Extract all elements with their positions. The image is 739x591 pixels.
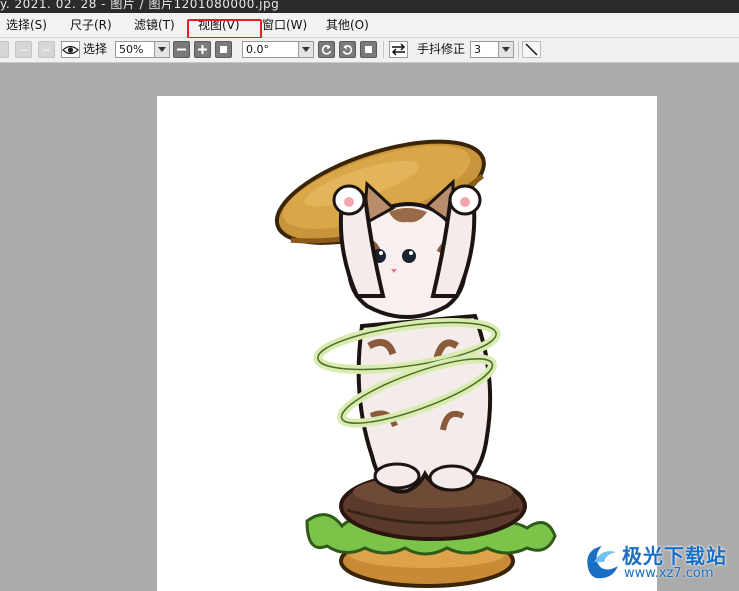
reset-rotation-button[interactable] bbox=[360, 41, 377, 58]
undo-icon bbox=[20, 49, 27, 51]
zoom-value: 50% bbox=[119, 43, 144, 56]
window-title-bar: y. 2021. 02. 28 - 图片 / 图片1201080000.jpg bbox=[0, 0, 739, 13]
stabilizer-value: 3 bbox=[474, 43, 481, 56]
zoom-out-button[interactable] bbox=[173, 41, 190, 58]
stabilizer-combo[interactable]: 3 bbox=[470, 41, 514, 58]
menu-view-highlight bbox=[187, 19, 262, 39]
window-title: y. 2021. 02. 28 - 图片 / 图片1201080000.jpg bbox=[0, 0, 280, 11]
toolbar-divider bbox=[518, 41, 519, 58]
chevron-down-icon[interactable] bbox=[498, 42, 513, 57]
watermark-url: www.xz7.com bbox=[624, 566, 714, 581]
stabilizer-label: 手抖修正 bbox=[417, 42, 466, 56]
eye-toggle[interactable] bbox=[61, 41, 80, 58]
reset-rotation-icon bbox=[365, 46, 372, 53]
menu-other[interactable]: 其他(O) bbox=[326, 17, 369, 33]
undo-button[interactable] bbox=[15, 41, 32, 58]
fit-icon bbox=[220, 46, 227, 53]
menu-ruler[interactable]: 尺子(R) bbox=[70, 17, 112, 33]
rotate-left-icon bbox=[321, 45, 332, 55]
toolbar-divider bbox=[383, 41, 384, 58]
chevron-down-icon[interactable] bbox=[298, 42, 313, 57]
cat-burger-illustration bbox=[274, 139, 557, 588]
rotate-left-button[interactable] bbox=[318, 41, 335, 58]
eye-icon bbox=[62, 45, 79, 55]
menu-window[interactable]: 窗口(W) bbox=[262, 17, 307, 33]
chevron-down-icon[interactable] bbox=[154, 42, 169, 57]
flip-button[interactable] bbox=[389, 41, 408, 58]
select-label: 选择 bbox=[83, 42, 108, 56]
rotation-value: 0.0° bbox=[246, 43, 269, 56]
toolbar-edge-button[interactable] bbox=[0, 41, 9, 58]
rotate-right-button[interactable] bbox=[339, 41, 356, 58]
zoom-combo[interactable]: 50% bbox=[115, 41, 170, 58]
redo-icon bbox=[43, 49, 50, 51]
flip-icon bbox=[391, 43, 406, 56]
menu-select[interactable]: 选择(S) bbox=[6, 17, 47, 33]
line-icon bbox=[525, 43, 538, 56]
canvas-workspace[interactable] bbox=[0, 63, 739, 591]
fit-button[interactable] bbox=[215, 41, 232, 58]
menu-bar: 选择(S) 尺子(R) 滤镜(T) 视图(V) 窗口(W) 其他(O) bbox=[0, 13, 739, 39]
watermark: 极光下载站 www.xz7.com bbox=[582, 538, 737, 586]
site-logo-icon bbox=[587, 546, 618, 579]
line-tool-button[interactable] bbox=[522, 41, 541, 58]
rotation-combo[interactable]: 0.0° bbox=[242, 41, 314, 58]
image-canvas[interactable] bbox=[157, 96, 657, 591]
zoom-in-icon bbox=[198, 45, 207, 54]
zoom-in-button[interactable] bbox=[194, 41, 211, 58]
rotate-right-icon bbox=[342, 45, 353, 55]
watermark-name: 极光下载站 bbox=[622, 544, 727, 568]
redo-button[interactable] bbox=[38, 41, 55, 58]
zoom-out-icon bbox=[177, 48, 186, 51]
menu-filter[interactable]: 滤镜(T) bbox=[134, 17, 175, 33]
toolbar: 选择 50% 0.0° 手抖修正 3 bbox=[0, 38, 739, 63]
